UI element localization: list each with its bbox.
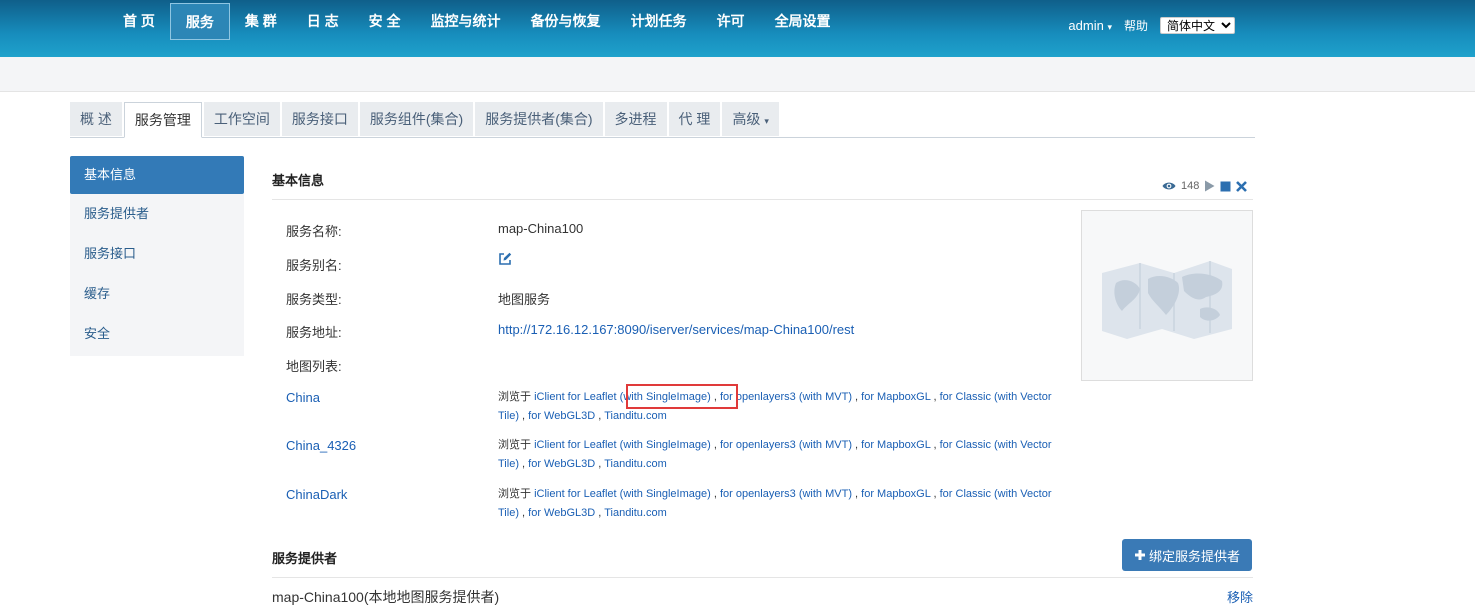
world-map-icon — [1102, 261, 1232, 339]
webgl3d-link[interactable]: for WebGL3D — [528, 410, 595, 422]
help-link[interactable]: 帮助 — [1124, 17, 1148, 34]
close-icon[interactable] — [1236, 180, 1248, 192]
top-right-tools: admin ▾ 帮助 简体中文 — [1068, 17, 1235, 34]
sub-header-bar — [0, 57, 1475, 92]
tab-proxy[interactable]: 代 理 — [668, 102, 721, 136]
tianditu-link[interactable]: Tianditu.com — [604, 410, 667, 422]
nav-logs[interactable]: 日 志 — [292, 3, 354, 40]
service-address-link[interactable]: http://172.16.12.167:8090/iserver/servic… — [498, 322, 854, 337]
mapboxgl-link[interactable]: for MapboxGL — [861, 391, 930, 403]
chevron-down-icon: ▾ — [1107, 22, 1112, 32]
map-browse-links: 浏览于 iClient for Leaflet (with SingleImag… — [498, 488, 1052, 519]
provider-name: map-China100(本地地图服务提供者) — [272, 589, 500, 605]
left-sidebar: 基本信息 服务提供者 服务接口 缓存 安全 — [70, 156, 244, 356]
map-link-china-4326[interactable]: China_4326 — [286, 438, 356, 453]
basic-info-title: 基本信息 — [272, 173, 325, 188]
sidebar-item-basic-info[interactable]: 基本信息 — [70, 156, 244, 194]
leaflet-singleimage-link[interactable]: iClient for Leaflet (with SingleImage) — [534, 488, 711, 500]
openlayers3-mvt-link[interactable]: for openlayers3 (with MVT) — [720, 488, 852, 500]
eye-icon — [1162, 182, 1176, 190]
sidebar-item-security[interactable]: 安全 — [70, 314, 244, 354]
tab-workspace[interactable]: 工作空间 — [203, 102, 280, 136]
tab-service-components[interactable]: 服务组件(集合) — [359, 102, 474, 136]
top-navbar: 首 页 服务 集 群 日 志 安 全 监控与统计 备份与恢复 计划任务 许可 全… — [0, 0, 1475, 57]
language-select[interactable]: 简体中文 — [1160, 17, 1235, 34]
nav-license[interactable]: 许可 — [702, 3, 760, 40]
tianditu-link[interactable]: Tianditu.com — [604, 507, 667, 519]
nav-monitoring[interactable]: 监控与统计 — [416, 3, 516, 40]
basic-info-divider — [272, 199, 1253, 200]
map-link-china[interactable]: China — [286, 390, 320, 405]
sidebar-item-cache[interactable]: 缓存 — [70, 274, 244, 314]
sidebar-item-service-providers[interactable]: 服务提供者 — [70, 194, 244, 234]
webgl3d-link[interactable]: for WebGL3D — [528, 507, 595, 519]
nav-home[interactable]: 首 页 — [108, 3, 170, 40]
nav-security[interactable]: 安 全 — [354, 3, 416, 40]
service-tabs: 概 述 服务管理 工作空间 服务接口 服务组件(集合) 服务提供者(集合) 多进… — [70, 102, 779, 138]
providers-divider — [272, 577, 1253, 578]
service-type-value: 地图服务 — [498, 292, 551, 307]
play-icon[interactable] — [1204, 180, 1215, 192]
map-browse-links: 浏览于 iClient for Leaflet (with SingleImag… — [498, 439, 1052, 470]
nav-scheduled-tasks[interactable]: 计划任务 — [616, 3, 702, 40]
leaflet-singleimage-link[interactable]: iClient for Leaflet (with SingleImage) — [534, 439, 711, 451]
tianditu-link[interactable]: Tianditu.com — [604, 458, 667, 470]
service-alias-label: 服务别名: — [286, 258, 342, 273]
service-type-label: 服务类型: — [286, 292, 342, 307]
service-actions: 148 — [1162, 180, 1248, 192]
mapboxgl-link[interactable]: for MapboxGL — [861, 488, 930, 500]
tab-advanced-label: 高级 — [732, 111, 761, 127]
sidebar-item-service-interface[interactable]: 服务接口 — [70, 234, 244, 274]
main-nav: 首 页 服务 集 群 日 志 安 全 监控与统计 备份与恢复 计划任务 许可 全… — [108, 3, 846, 40]
tab-overview[interactable]: 概 述 — [70, 102, 122, 136]
map-link-china-dark[interactable]: ChinaDark — [286, 487, 347, 502]
service-name-label: 服务名称: — [286, 224, 342, 239]
webgl3d-link[interactable]: for WebGL3D — [528, 458, 595, 470]
nav-cluster[interactable]: 集 群 — [230, 3, 292, 40]
caret-down-icon: ▾ — [764, 116, 769, 126]
browse-prefix: 浏览于 — [498, 391, 531, 403]
browse-prefix: 浏览于 — [498, 488, 531, 500]
bind-provider-button[interactable]: 绑定服务提供者 — [1122, 539, 1252, 571]
service-address-label: 服务地址: — [286, 325, 342, 340]
user-menu[interactable]: admin ▾ — [1068, 18, 1112, 33]
map-browse-links: 浏览于 iClient for Leaflet (with SingleImag… — [498, 391, 1052, 422]
nav-global-settings[interactable]: 全局设置 — [760, 3, 846, 40]
map-list-label: 地图列表: — [286, 359, 342, 374]
tab-advanced[interactable]: 高级 ▾ — [722, 102, 779, 136]
bind-provider-label: 绑定服务提供者 — [1148, 548, 1240, 564]
view-count: 148 — [1181, 180, 1200, 192]
tab-service-providers[interactable]: 服务提供者(集合) — [475, 102, 603, 136]
browse-prefix: 浏览于 — [498, 439, 531, 451]
highlight-box — [626, 384, 738, 409]
openlayers3-mvt-link[interactable]: for openlayers3 (with MVT) — [720, 391, 852, 403]
edit-icon[interactable] — [498, 252, 512, 266]
nav-backup[interactable]: 备份与恢复 — [516, 3, 616, 40]
nav-services[interactable]: 服务 — [169, 3, 230, 40]
providers-title: 服务提供者 — [272, 551, 338, 566]
map-thumbnail — [1081, 210, 1253, 381]
tab-multiprocess[interactable]: 多进程 — [604, 102, 667, 136]
tab-service-management[interactable]: 服务管理 — [123, 102, 202, 138]
openlayers3-mvt-link[interactable]: for openlayers3 (with MVT) — [720, 439, 852, 451]
plus-icon — [1134, 550, 1145, 560]
service-name-value: map-China100 — [498, 221, 584, 236]
user-name: admin — [1068, 18, 1104, 33]
stop-icon[interactable] — [1220, 181, 1231, 192]
tab-service-interface[interactable]: 服务接口 — [281, 102, 358, 136]
mapboxgl-link[interactable]: for MapboxGL — [861, 439, 930, 451]
